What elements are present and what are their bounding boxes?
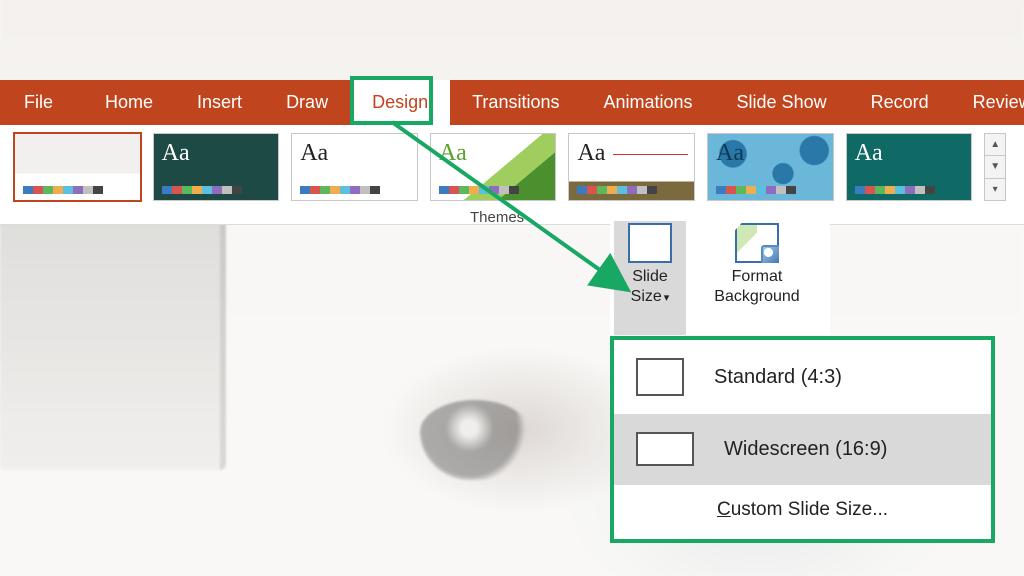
tab-review[interactable]: Review: [951, 80, 1024, 125]
theme-thumb-4[interactable]: Aa: [430, 133, 557, 201]
theme-thumb-2[interactable]: Aa: [153, 133, 280, 201]
customize-group: Slide Size▾ Format Background: [610, 215, 830, 335]
themes-scroll-up[interactable]: ▲: [985, 134, 1005, 156]
tab-record[interactable]: Record: [849, 80, 951, 125]
slide-size-standard[interactable]: Standard (4:3): [614, 340, 991, 414]
slide-size-custom-accel: C: [717, 499, 731, 520]
aspect-4-3-icon: [636, 358, 684, 396]
theme-palette: [855, 186, 935, 194]
slide-size-custom[interactable]: Custom Slide Size...: [614, 485, 991, 539]
theme-sample-text: Aa: [716, 140, 744, 167]
tab-draw[interactable]: Draw: [264, 80, 350, 125]
theme-thumb-7[interactable]: Aa: [846, 133, 973, 201]
theme-thumb-1[interactable]: [14, 133, 141, 201]
theme-sample-text: Aa: [855, 140, 883, 167]
theme-thumb-6[interactable]: Aa: [707, 133, 834, 201]
theme-thumb-3[interactable]: Aa: [291, 133, 418, 201]
tab-slideshow[interactable]: Slide Show: [715, 80, 849, 125]
slide-size-label-2: Size▾: [631, 287, 670, 308]
slide-size-widescreen-label: Widescreen (16:9): [724, 438, 887, 461]
format-background-icon: [735, 223, 779, 263]
themes-panel: Aa Aa Aa Aa Aa Aa ▲ ▼ ▾ Themes: [0, 125, 1024, 225]
aspect-16-9-icon: [636, 432, 694, 466]
tab-animations[interactable]: Animations: [581, 80, 714, 125]
format-background-label-2: Background: [714, 287, 799, 307]
theme-palette: [577, 186, 657, 194]
themes-group-label: Themes: [470, 209, 524, 226]
slide-size-standard-label: Standard (4:3): [714, 366, 842, 389]
themes-gallery: Aa Aa Aa Aa Aa Aa ▲ ▼ ▾: [14, 133, 1006, 201]
tab-home[interactable]: Home: [83, 80, 175, 125]
theme-palette: [162, 186, 242, 194]
themes-scroll-down[interactable]: ▼: [985, 156, 1005, 178]
format-background-label-1: Format: [732, 267, 783, 287]
theme-sample-text: Aa: [300, 140, 328, 167]
slide-size-icon: [628, 223, 672, 263]
theme-sample-text: Aa: [439, 140, 467, 167]
theme-thumb-5[interactable]: Aa: [568, 133, 695, 201]
format-background-button[interactable]: Format Background: [692, 221, 822, 335]
theme-palette: [716, 186, 796, 194]
themes-more-button[interactable]: ▾: [985, 179, 1005, 200]
slide-size-button[interactable]: Slide Size▾: [614, 221, 686, 335]
ribbon-tabs: File Home Insert Draw Design Transitions…: [0, 80, 1024, 125]
theme-sample-text: Aa: [162, 140, 190, 167]
tab-file[interactable]: File: [0, 80, 83, 125]
theme-palette: [439, 186, 519, 194]
chevron-down-icon: ▾: [664, 292, 670, 304]
theme-palette: [300, 186, 380, 194]
theme-palette: [23, 186, 103, 194]
tab-insert[interactable]: Insert: [175, 80, 264, 125]
slide-size-menu: Standard (4:3) Widescreen (16:9) Custom …: [610, 336, 995, 543]
themes-scroll: ▲ ▼ ▾: [984, 133, 1006, 201]
slide-size-label-1: Slide: [632, 267, 668, 287]
tab-design[interactable]: Design: [350, 80, 450, 125]
theme-sample-text: Aa: [577, 140, 605, 167]
tab-transitions[interactable]: Transitions: [450, 80, 581, 125]
slide-size-custom-label: ustom Slide Size...: [731, 499, 888, 520]
slide-size-widescreen[interactable]: Widescreen (16:9): [614, 414, 991, 484]
